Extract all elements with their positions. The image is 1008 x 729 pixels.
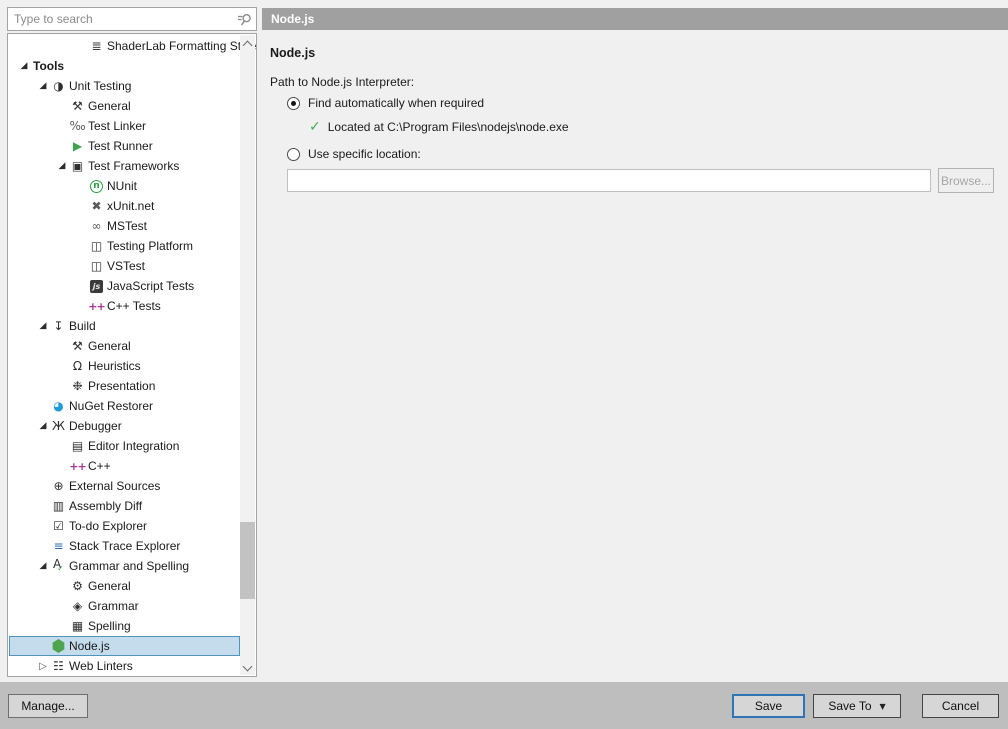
vstest-icon: ◫	[88, 258, 105, 275]
tree-item-tools[interactable]: ◢ Tools	[9, 56, 240, 76]
expand-toggle-icon[interactable]: ◢	[36, 421, 50, 431]
footer-bar: Manage... Save Save To ▼ Cancel	[0, 682, 1008, 729]
javascript-tests-icon: js	[90, 280, 103, 293]
spelling-icon: ▦	[69, 618, 86, 635]
settings-tree: ≣ ShaderLab Formatting Style ◢ Tools ◢ ◑…	[9, 36, 240, 676]
tree-item-xunit-net[interactable]: ✖ xUnit.net	[9, 196, 240, 216]
web-linters-broom-icon: ☷	[50, 658, 67, 675]
nuget-restorer-icon: ◕	[50, 398, 67, 415]
wrench-icon: ⚒	[69, 98, 86, 115]
scroll-up-icon[interactable]	[243, 41, 253, 51]
unit-testing-icon: ◑	[50, 78, 67, 95]
tree-item-test-linker[interactable]: ‰ Test Linker	[9, 116, 240, 136]
tree-item-stack-trace-explorer[interactable]: ≡ Stack Trace Explorer	[9, 536, 240, 556]
expand-toggle-icon[interactable]: ◢	[17, 61, 31, 71]
tree-item-general[interactable]: ⚙ General	[9, 576, 240, 596]
nodejs-icon	[52, 639, 65, 653]
tree-item-debugger[interactable]: ◢ Ж Debugger	[9, 416, 240, 436]
tree-item-shaderlab-formatting-style[interactable]: ≣ ShaderLab Formatting Style	[9, 36, 240, 56]
tree-item-c[interactable]: ++ C++	[9, 456, 240, 476]
tree-item-javascript-tests[interactable]: js JavaScript Tests	[9, 276, 240, 296]
stack-trace-explorer-icon: ≡	[50, 538, 67, 555]
tree-item-mstest[interactable]: ∞ MSTest	[9, 216, 240, 236]
expand-toggle-icon[interactable]: ◢	[55, 161, 69, 171]
grammar-general-gear-icon: ⚙	[69, 578, 86, 595]
browse-button[interactable]: Browse...	[938, 168, 994, 193]
tree-item-assembly-diff[interactable]: ▥ Assembly Diff	[9, 496, 240, 516]
tree-item-test-frameworks[interactable]: ◢ ▣ Test Frameworks	[9, 156, 240, 176]
tree-item-grammar[interactable]: ◈ Grammar	[9, 596, 240, 616]
nunit-icon: n	[90, 180, 103, 193]
test-runner-icon: ▶	[69, 138, 86, 155]
external-sources-globe-icon: ⊕	[50, 478, 67, 495]
test-frameworks-icon: ▣	[69, 158, 86, 175]
located-path-text: Located at C:\Program Files\nodejs\node.…	[328, 120, 569, 134]
tree-item-general[interactable]: ⚒ General	[9, 96, 240, 116]
tree-scrollbar[interactable]	[240, 35, 255, 675]
test-linker-icon: ‰	[69, 118, 86, 135]
editor-integration-icon: ▤	[69, 438, 86, 455]
radio-use-specific-location-label: Use specific location:	[308, 147, 421, 161]
manage-button[interactable]: Manage...	[8, 694, 88, 718]
tree-item-presentation[interactable]: ❉ Presentation	[9, 376, 240, 396]
tree-item-editor-integration[interactable]: ▤ Editor Integration	[9, 436, 240, 456]
tree-item-to-do-explorer[interactable]: ☑ To-do Explorer	[9, 516, 240, 536]
cpp-tests-icon: ++	[88, 298, 105, 315]
tree-item-general[interactable]: ⚒ General	[9, 336, 240, 356]
tree-item-grammar-and-spelling[interactable]: ◢ A✓ Grammar and Spelling	[9, 556, 240, 576]
presentation-palette-icon: ❉	[69, 378, 86, 395]
tree-item-spelling[interactable]: ▦ Spelling	[9, 616, 240, 636]
tree-item-heuristics[interactable]: Ω Heuristics	[9, 356, 240, 376]
check-icon: ✓	[309, 119, 321, 135]
xunit-icon: ✖	[88, 198, 105, 215]
save-to-button[interactable]: Save To ▼	[813, 694, 901, 718]
build-icon: ↧	[50, 318, 67, 335]
radio-find-automatically[interactable]	[287, 97, 300, 110]
testing-platform-icon: ◫	[88, 238, 105, 255]
page-header: Node.js	[262, 8, 1008, 30]
assembly-diff-icon: ▥	[50, 498, 67, 515]
expand-toggle-icon[interactable]: ◢	[36, 561, 50, 571]
check-overlay-icon: ✓	[57, 564, 64, 573]
heuristics-bulb-icon: Ω	[69, 358, 86, 375]
tree-item-vstest[interactable]: ◫ VSTest	[9, 256, 240, 276]
debugger-bug-icon: Ж	[50, 418, 67, 435]
tree-item-testing-platform[interactable]: ◫ Testing Platform	[9, 236, 240, 256]
expand-toggle-icon[interactable]: ◢	[36, 81, 50, 91]
tree-item-build[interactable]: ◢ ↧ Build	[9, 316, 240, 336]
build-general-icon: ⚒	[69, 338, 86, 355]
radio-find-automatically-label: Find automatically when required	[308, 96, 484, 110]
scroll-down-icon[interactable]	[243, 662, 253, 672]
grammar-and-spelling-icon: A✓	[50, 556, 67, 577]
save-to-label: Save To	[828, 699, 871, 713]
settings-tree-panel: ≣ ShaderLab Formatting Style ◢ Tools ◢ ◑…	[7, 33, 257, 677]
scrollbar-thumb[interactable]	[240, 522, 255, 599]
tree-item-unit-testing[interactable]: ◢ ◑ Unit Testing	[9, 76, 240, 96]
specific-location-input[interactable]	[287, 169, 931, 192]
cancel-button[interactable]: Cancel	[922, 694, 999, 718]
page-title: Node.js	[270, 46, 315, 60]
expand-toggle-icon[interactable]: ▷	[36, 661, 50, 672]
grammar-icon: ◈	[69, 598, 86, 615]
expand-toggle-icon[interactable]: ◢	[36, 321, 50, 331]
radio-use-specific-location[interactable]	[287, 148, 300, 161]
tree-item-test-runner[interactable]: ▶ Test Runner	[9, 136, 240, 156]
path-to-interpreter-label: Path to Node.js Interpreter:	[270, 75, 414, 89]
todo-explorer-icon: ☑	[50, 518, 67, 535]
search-box	[7, 7, 257, 31]
mstest-icon: ∞	[88, 218, 105, 235]
tree-item-web-linters[interactable]: ▷ ☷ Web Linters	[9, 656, 240, 676]
tree-item-c-tests[interactable]: ++ C++ Tests	[9, 296, 240, 316]
page-header-title: Node.js	[271, 12, 314, 26]
search-icon	[237, 12, 252, 27]
search-input[interactable]	[8, 8, 236, 30]
cpp-icon: ++	[69, 458, 86, 475]
tree-item-external-sources[interactable]: ⊕ External Sources	[9, 476, 240, 496]
save-button[interactable]: Save	[732, 694, 805, 718]
formatting-style-icon: ≣	[88, 38, 105, 55]
tree-item-nuget-restorer[interactable]: ◕ NuGet Restorer	[9, 396, 240, 416]
tree-item-node-js[interactable]: Node.js	[9, 636, 240, 656]
tree-item-nunit[interactable]: n NUnit	[9, 176, 240, 196]
chevron-down-icon: ▼	[880, 702, 886, 711]
